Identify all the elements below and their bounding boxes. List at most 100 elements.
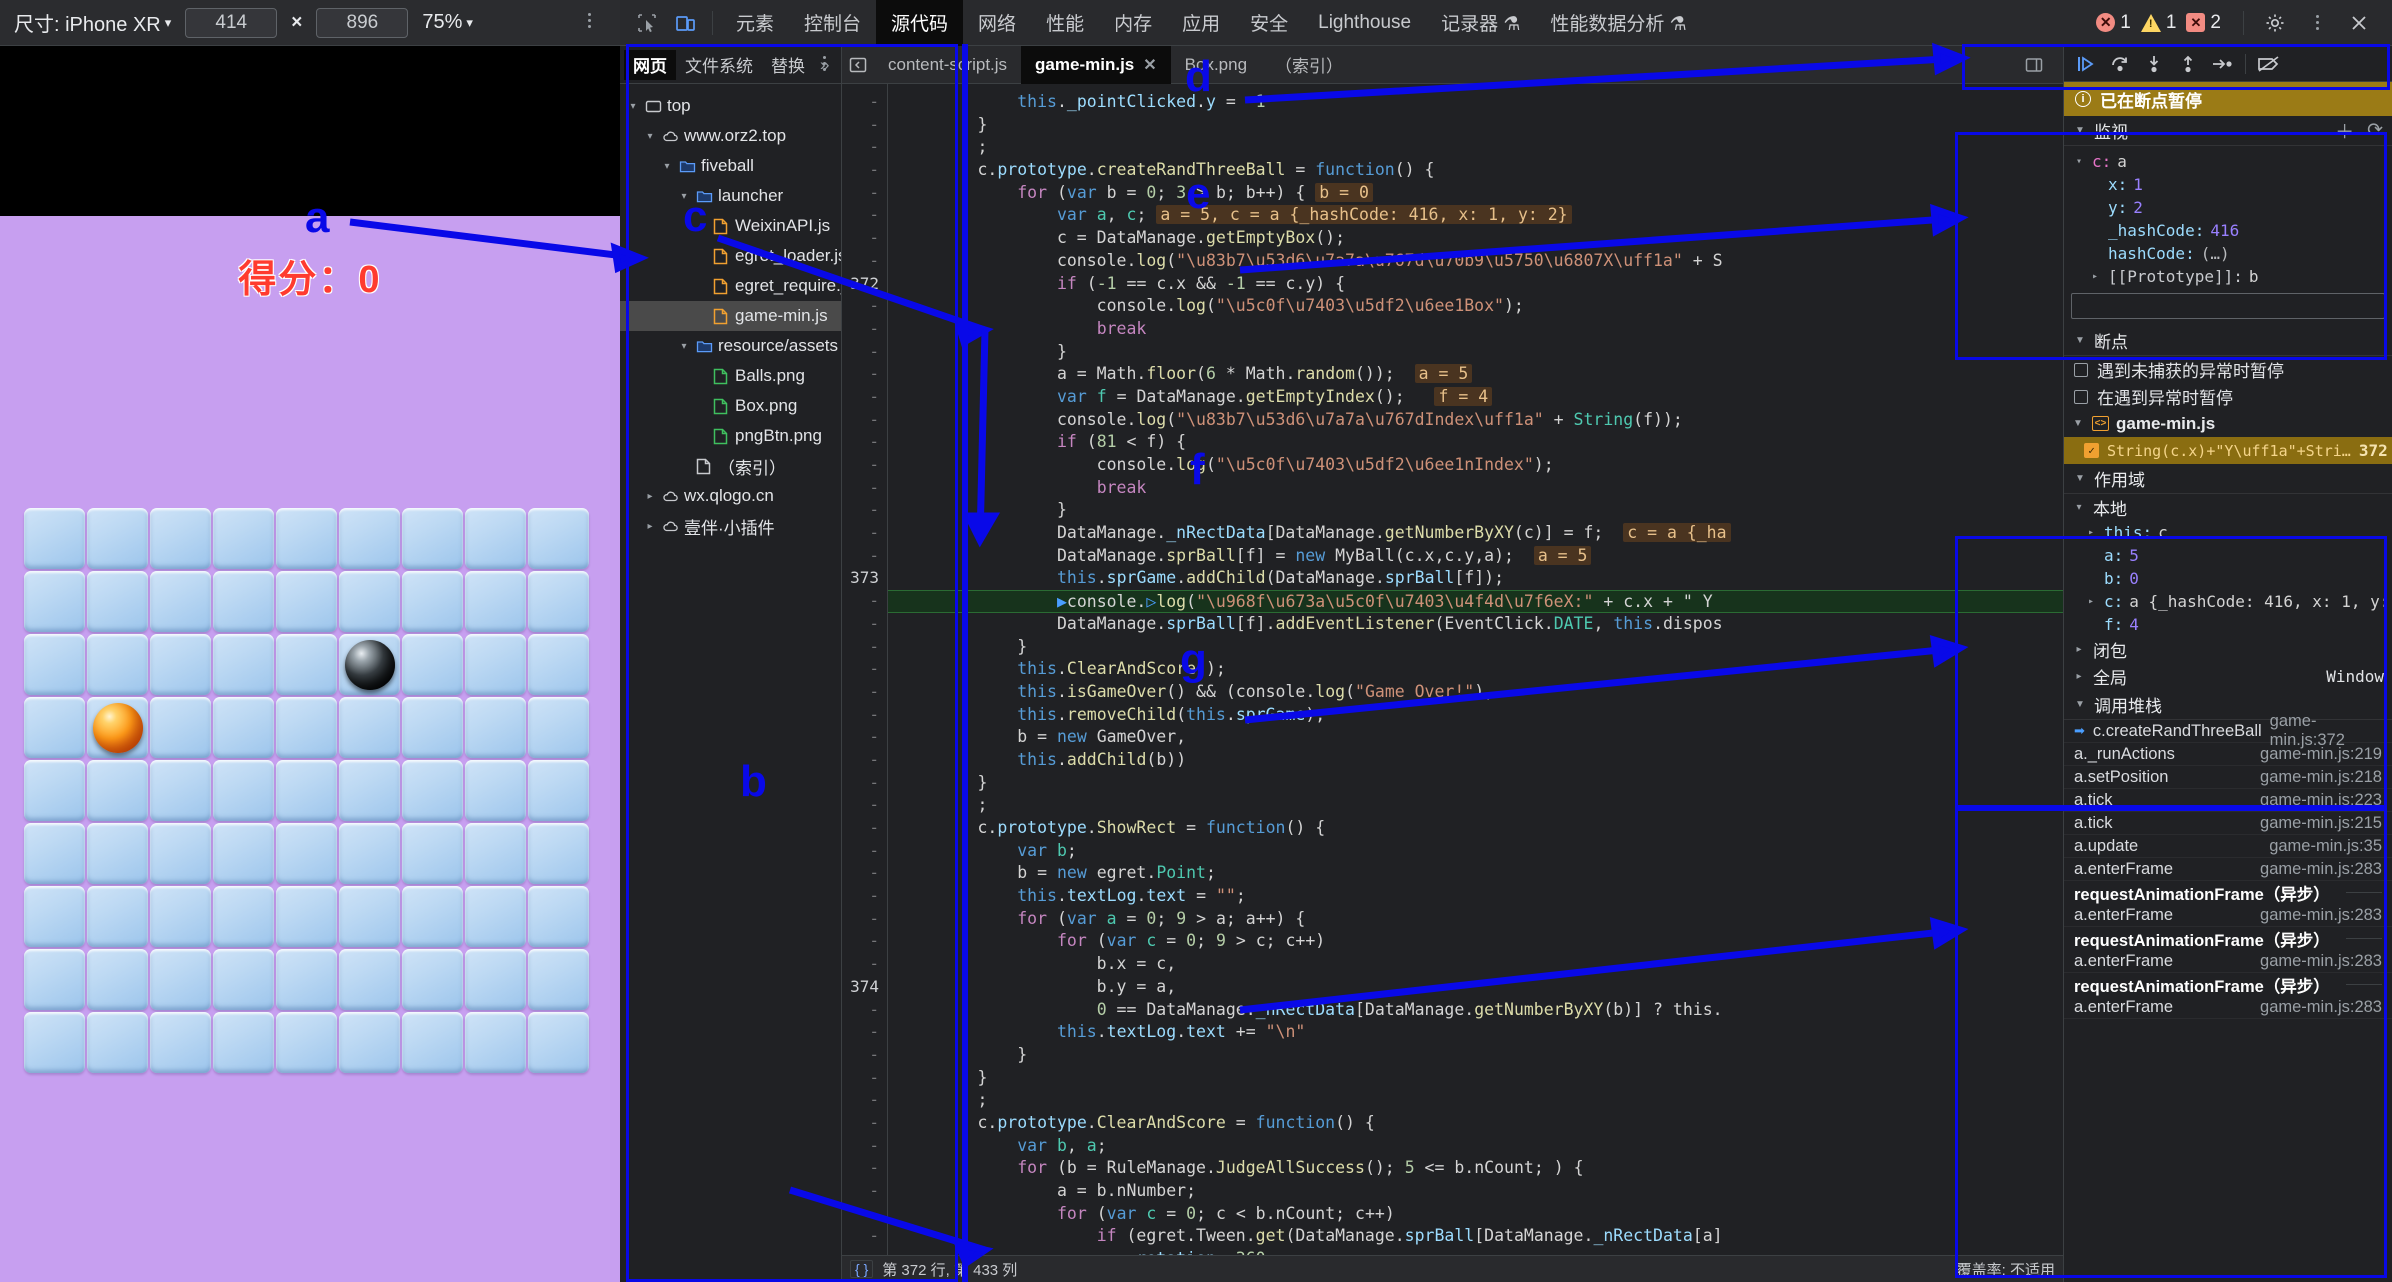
watch-section-header[interactable]: ▼ 监视 ＋ ⟳ <box>2064 116 2392 146</box>
line-number[interactable]: - <box>842 1021 879 1044</box>
code-line[interactable]: b = new GameOver, <box>888 726 2063 749</box>
game-cell[interactable] <box>87 886 148 947</box>
device-toolbar-icon[interactable] <box>666 4 704 42</box>
scope-variable-row[interactable]: f: 4 <box>2064 613 2392 636</box>
checkbox-checked-icon[interactable]: ✓ <box>2084 443 2099 458</box>
game-cell[interactable] <box>465 1012 526 1073</box>
watch-row[interactable]: _hashCode: 416 <box>2064 219 2392 242</box>
devtools-tab-0[interactable]: 元素 <box>721 0 789 46</box>
code-line[interactable]: this.textLog.text += "\n" <box>888 1021 2063 1044</box>
game-cell[interactable] <box>339 886 400 947</box>
line-number[interactable]: - <box>842 204 879 227</box>
game-cell[interactable] <box>87 1012 148 1073</box>
code-line[interactable]: console.log("\u5c0f\u7403\u5df2\u6ee1nIn… <box>888 454 2063 477</box>
scope-list[interactable]: ▾ 本地 ▸ this: c a: 5 b: 0 ▸ c: a {_hashCode: 416, x:… <box>2064 494 2392 690</box>
code-line[interactable]: b.x = c, <box>888 953 2063 976</box>
line-number[interactable]: - <box>842 704 879 727</box>
line-number[interactable]: 374 <box>842 976 879 999</box>
game-cell[interactable] <box>87 508 148 569</box>
chevron-down-icon[interactable]: ▾ <box>643 131 657 142</box>
game-cell[interactable] <box>213 823 274 884</box>
game-cell[interactable] <box>213 949 274 1010</box>
resume-script-icon[interactable] <box>2070 49 2102 79</box>
editor-panel-toggle-icon[interactable] <box>2015 46 2053 84</box>
game-cell[interactable] <box>276 697 337 758</box>
file-tree-item[interactable]: ▾ fiveball <box>620 151 841 181</box>
game-cell[interactable] <box>87 571 148 632</box>
file-tree-item[interactable]: ▾ resource/assets <box>620 331 841 361</box>
line-number[interactable]: - <box>842 590 879 613</box>
game-grid[interactable] <box>24 508 589 1073</box>
source-code[interactable]: this._pointClicked.y = -1 } ; c.prototyp… <box>888 84 2063 1255</box>
game-cell[interactable] <box>87 760 148 821</box>
line-number[interactable]: - <box>842 386 879 409</box>
device-width-input[interactable]: 414 <box>185 7 278 38</box>
chevron-right-icon[interactable]: ▸ <box>2088 265 2102 288</box>
line-number[interactable]: - <box>842 1157 879 1180</box>
file-tree-item[interactable]: egret_loader.js <box>620 241 841 271</box>
checkbox-icon[interactable] <box>2074 389 2088 404</box>
file-tree-item[interactable]: Balls.png <box>620 361 841 391</box>
watch-row[interactable]: hashCode: (…) <box>2064 242 2392 265</box>
code-line[interactable]: for (var c = 0; c < b.nCount; c++) <box>888 1203 2063 1226</box>
callstack-list[interactable]: ➡ c.createRandThreeBall game-min.js:372 a._… <box>2064 712 2392 1019</box>
scope-variable-row[interactable]: b: 0 <box>2064 567 2392 590</box>
step-into-icon[interactable] <box>2138 49 2170 79</box>
code-line[interactable]: } <box>888 499 2063 522</box>
chevron-right-icon[interactable]: ▸ <box>643 491 657 502</box>
line-number[interactable]: - <box>842 953 879 976</box>
code-viewer[interactable]: - - - - - - - -372- - - - - - - - - - - -373- - - - - - - - - - - - - -… <box>842 84 2063 1255</box>
devtools-tab-4[interactable]: 性能 <box>1031 0 1099 46</box>
line-number[interactable]: - <box>842 749 879 772</box>
file-tree-item[interactable]: ▸ wx.qlogo.cn <box>620 481 841 511</box>
checkbox-icon[interactable] <box>2074 362 2088 377</box>
game-cell[interactable] <box>339 571 400 632</box>
code-line[interactable]: ; <box>888 136 2063 159</box>
game-cell[interactable] <box>150 634 211 695</box>
warning-count[interactable]: 1 <box>2140 12 2176 34</box>
line-number-gutter[interactable]: - - - - - - - -372- - - - - - - - - - - -373- - - - - - - - - - - - - -… <box>842 84 888 1255</box>
code-line[interactable]: } <box>888 114 2063 137</box>
scope-group[interactable]: ▸ 全局 Window <box>2064 663 2392 690</box>
code-line[interactable]: } <box>888 636 2063 659</box>
game-cell[interactable] <box>465 823 526 884</box>
file-tree-item[interactable]: ▾ www.orz2.top <box>620 121 841 151</box>
game-cell[interactable] <box>465 949 526 1010</box>
code-line[interactable]: this.textLog.text = ""; <box>888 885 2063 908</box>
line-number[interactable]: - <box>842 454 879 477</box>
game-cell[interactable] <box>528 571 589 632</box>
game-cell[interactable] <box>339 634 400 695</box>
devtools-tab-6[interactable]: 应用 <box>1167 0 1235 46</box>
code-line[interactable]: break <box>888 477 2063 500</box>
line-number[interactable]: - <box>842 136 879 159</box>
game-cell[interactable] <box>339 760 400 821</box>
line-number[interactable]: - <box>842 885 879 908</box>
game-cell[interactable] <box>402 886 463 947</box>
watch-row[interactable]: ▸ [[Prototype]]: b <box>2064 265 2392 288</box>
line-number[interactable]: - <box>842 930 879 953</box>
code-line[interactable]: console.log("\u5c0f\u7403\u5df2\u6ee1Box… <box>888 295 2063 318</box>
code-line[interactable]: } <box>888 1067 2063 1090</box>
devtools-tab-7[interactable]: 安全 <box>1235 0 1303 46</box>
line-number[interactable]: - <box>842 1225 879 1248</box>
game-cell[interactable] <box>24 571 85 632</box>
game-ball-black[interactable] <box>344 639 395 690</box>
chevron-down-icon[interactable]: ▾ <box>626 101 640 112</box>
code-line[interactable]: this.isGameOver() && (console.log("Game … <box>888 681 2063 704</box>
breakpoint-option[interactable]: 在遇到异常时暂停 <box>2064 383 2392 410</box>
game-cell[interactable] <box>87 697 148 758</box>
line-number[interactable]: - <box>842 772 879 795</box>
game-cell[interactable] <box>528 760 589 821</box>
plus-icon[interactable]: ＋ <box>2335 117 2354 144</box>
chevron-right-icon[interactable]: ▸ <box>643 521 657 532</box>
devtools-tab-2[interactable]: 源代码 <box>876 0 964 46</box>
game-cell[interactable] <box>465 697 526 758</box>
line-number[interactable]: - <box>842 114 879 137</box>
file-tree-item[interactable]: game-min.js <box>620 301 841 331</box>
close-icon[interactable] <box>2340 4 2378 42</box>
chevron-down-icon[interactable]: ▾ <box>677 341 691 352</box>
issues-counter[interactable]: ✕ 1 1 ✕ 2 <box>2086 12 2231 34</box>
game-cell[interactable] <box>213 1012 274 1073</box>
line-number[interactable]: - <box>842 840 879 863</box>
scope-section-header[interactable]: ▼ 作用域 <box>2064 464 2392 494</box>
